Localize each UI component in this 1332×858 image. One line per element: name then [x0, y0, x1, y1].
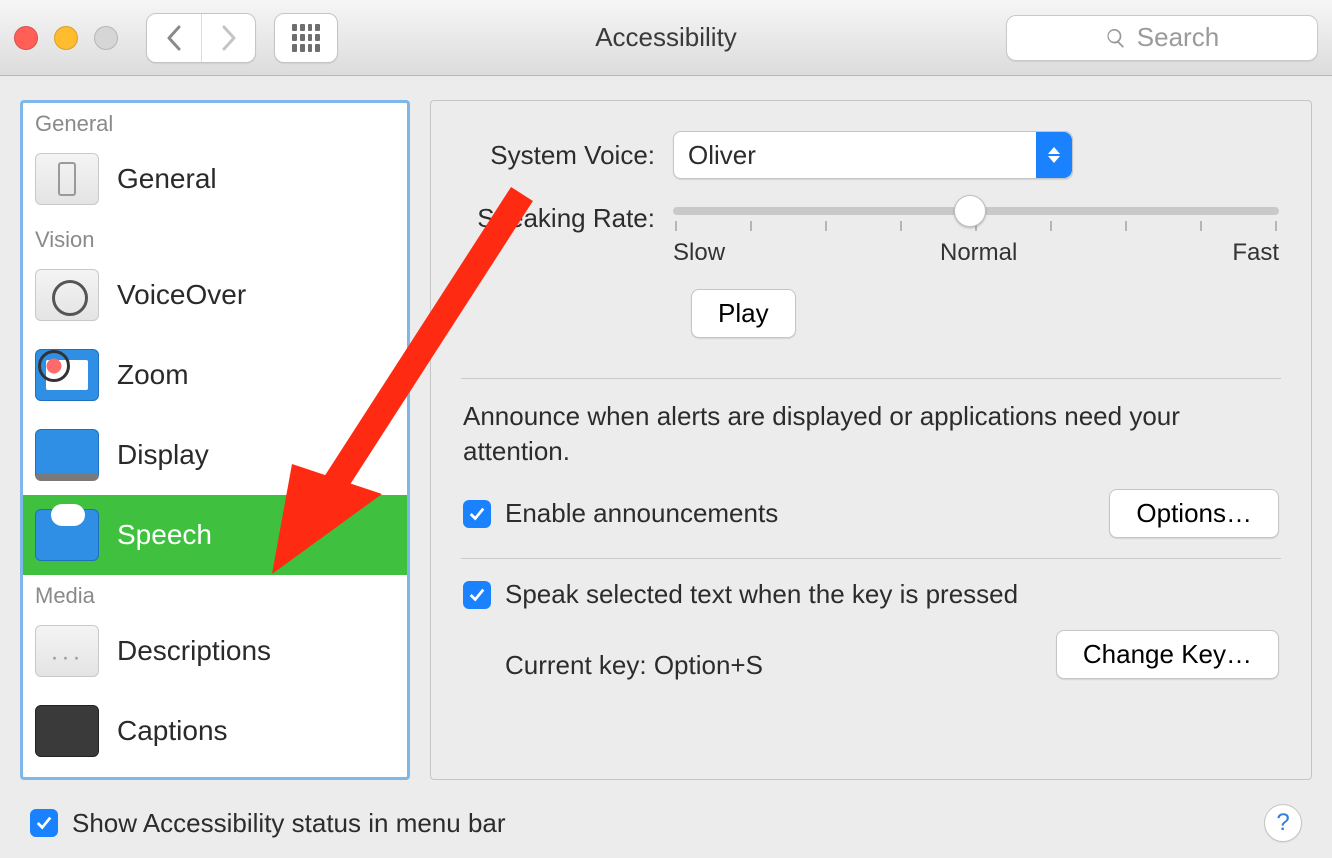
titlebar: Accessibility Search [0, 0, 1332, 76]
checkmark-icon [468, 586, 486, 604]
current-key-label: Current key: Option+S [505, 650, 763, 681]
show-status-label: Show Accessibility status in menu bar [72, 808, 506, 839]
slider-min-label: Slow [673, 239, 725, 267]
speech-icon [35, 509, 99, 561]
sidebar-item-label: VoiceOver [117, 279, 246, 311]
forward-button[interactable] [201, 14, 255, 62]
system-voice-row: System Voice: Oliver [463, 131, 1279, 179]
divider [461, 378, 1281, 379]
chevron-up-down-icon [1036, 132, 1072, 178]
search-placeholder: Search [1137, 22, 1219, 53]
speaking-rate-label: Speaking Rate: [463, 201, 673, 234]
play-button[interactable]: Play [691, 289, 796, 338]
window-controls [14, 26, 118, 50]
enable-announcements-row: Enable announcements Options… [463, 489, 1279, 538]
sidebar-item-label: Speech [117, 519, 212, 551]
zoom-icon [35, 349, 99, 401]
speak-selected-label: Speak selected text when the key is pres… [505, 579, 1018, 610]
descriptions-icon [35, 625, 99, 677]
help-button[interactable]: ? [1264, 804, 1302, 842]
minimize-window-button[interactable] [54, 26, 78, 50]
search-field[interactable]: Search [1006, 15, 1318, 61]
show-all-button[interactable] [274, 13, 338, 63]
sidebar-section-vision: Vision [23, 219, 407, 255]
slider-thumb[interactable] [954, 195, 986, 227]
settings-pane: System Voice: Oliver Speaking Rate: Slow [430, 100, 1312, 780]
enable-announcements-label: Enable announcements [505, 498, 778, 529]
sidebar-section-general: General [23, 103, 407, 139]
system-voice-value: Oliver [688, 140, 756, 171]
sidebar-item-speech[interactable]: Speech [23, 495, 407, 575]
checkmark-icon [35, 814, 53, 832]
sidebar: General General Vision VoiceOver Zoom Di… [20, 100, 410, 780]
checkmark-icon [468, 505, 486, 523]
display-icon [35, 429, 99, 481]
general-icon [35, 153, 99, 205]
content: General General Vision VoiceOver Zoom Di… [0, 76, 1332, 788]
system-voice-popup[interactable]: Oliver [673, 131, 1073, 179]
captions-icon [35, 705, 99, 757]
search-icon [1105, 27, 1127, 49]
speak-selected-checkbox[interactable] [463, 581, 491, 609]
window-title: Accessibility [595, 22, 737, 53]
sidebar-item-descriptions[interactable]: Descriptions [23, 611, 407, 691]
sidebar-item-general[interactable]: General [23, 139, 407, 219]
sidebar-item-label: Descriptions [117, 635, 271, 667]
divider [461, 558, 1281, 559]
play-row: Play [691, 289, 1279, 338]
change-key-button[interactable]: Change Key… [1056, 630, 1279, 679]
sidebar-item-label: Captions [117, 715, 228, 747]
sidebar-item-label: General [117, 163, 217, 195]
footer: Show Accessibility status in menu bar ? [0, 788, 1332, 858]
slider-max-label: Fast [1232, 239, 1279, 267]
sidebar-item-zoom[interactable]: Zoom [23, 335, 407, 415]
sidebar-section-media: Media [23, 575, 407, 611]
zoom-window-button[interactable] [94, 26, 118, 50]
grid-icon [292, 24, 320, 52]
current-key-row: Current key: Option+S Change Key… [463, 628, 1279, 681]
show-status-checkbox[interactable] [30, 809, 58, 837]
speaking-rate-row: Speaking Rate: Slow Normal Fast [463, 201, 1279, 267]
speaking-rate-slider[interactable]: Slow Normal Fast [673, 201, 1279, 267]
back-button[interactable] [147, 14, 201, 62]
sidebar-scroll[interactable]: General General Vision VoiceOver Zoom Di… [23, 103, 407, 777]
sidebar-item-display[interactable]: Display [23, 415, 407, 495]
voiceover-icon [35, 269, 99, 321]
speak-selected-row: Speak selected text when the key is pres… [463, 579, 1279, 610]
enable-announcements-checkbox[interactable] [463, 500, 491, 528]
sidebar-item-label: Display [117, 439, 209, 471]
sidebar-item-captions[interactable]: Captions [23, 691, 407, 771]
announce-description: Announce when alerts are displayed or ap… [463, 399, 1279, 469]
nav-segment [146, 13, 256, 63]
sidebar-item-voiceover[interactable]: VoiceOver [23, 255, 407, 335]
system-voice-label: System Voice: [463, 140, 673, 171]
sidebar-item-label: Zoom [117, 359, 189, 391]
slider-mid-label: Normal [940, 239, 1017, 267]
announcements-options-button[interactable]: Options… [1109, 489, 1279, 538]
close-window-button[interactable] [14, 26, 38, 50]
